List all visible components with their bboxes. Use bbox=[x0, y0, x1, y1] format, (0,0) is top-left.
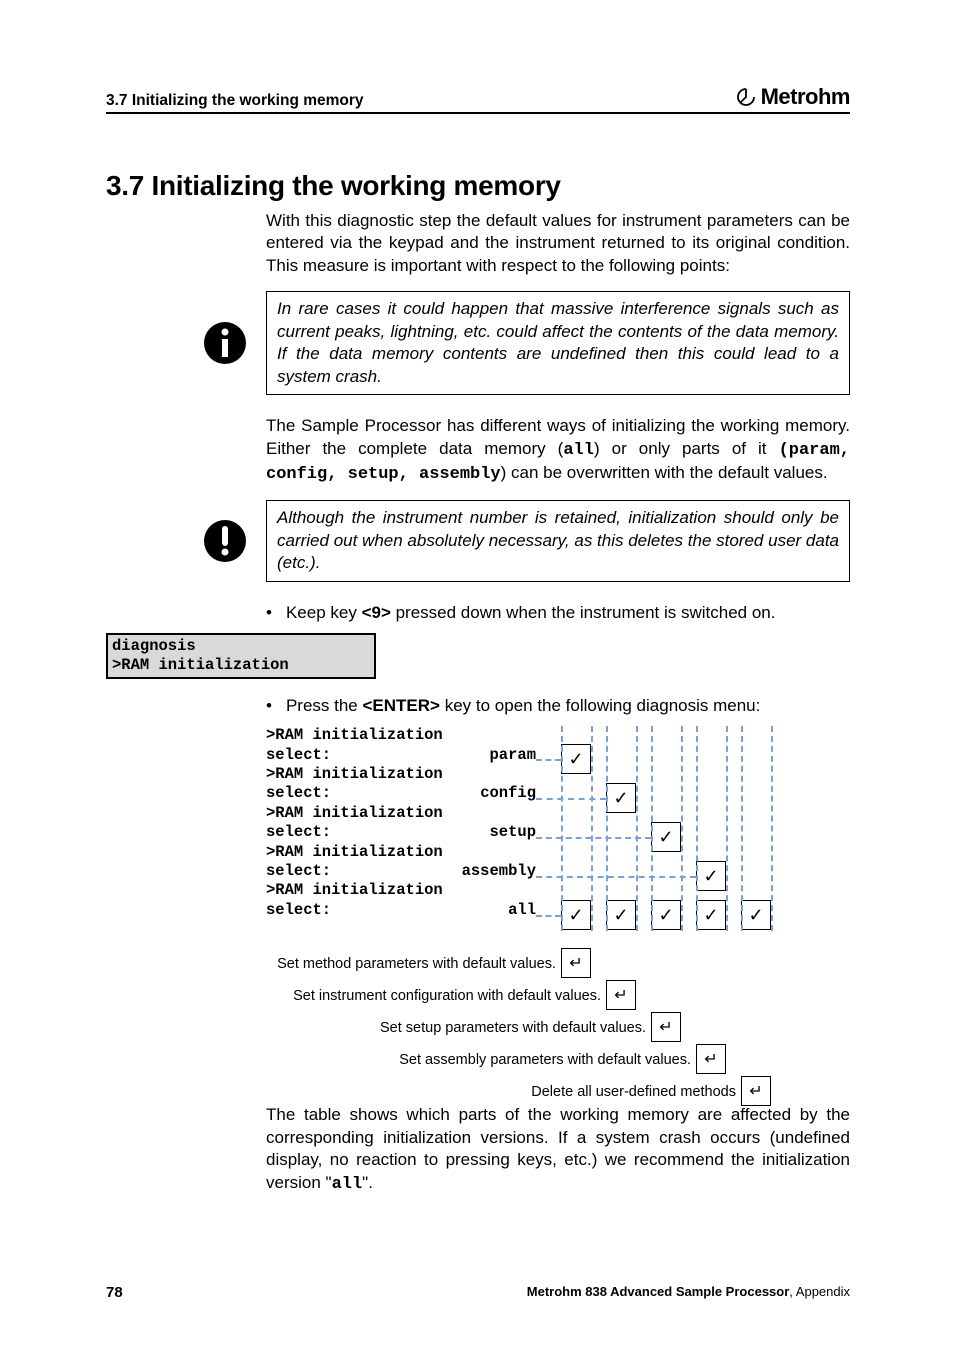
footer-product: Metrohm 838 Advanced Sample Processor, A… bbox=[527, 1284, 850, 1301]
lcd-line-2: >RAM initialization bbox=[112, 656, 370, 675]
key-9: <9> bbox=[362, 603, 391, 622]
step-bullet-2: • Press the <ENTER> key to open the foll… bbox=[266, 695, 850, 718]
menu-opt-assembly: assembly bbox=[462, 862, 536, 881]
page-number: 78 bbox=[106, 1284, 123, 1301]
check-icon: ✓ bbox=[741, 900, 771, 930]
enter-icon: ↵ bbox=[741, 1076, 771, 1106]
check-icon: ✓ bbox=[606, 900, 636, 930]
check-icon: ✓ bbox=[561, 744, 591, 774]
enter-icon: ↵ bbox=[606, 980, 636, 1010]
header-section-label: 3.7 Initializing the working memory bbox=[106, 92, 364, 110]
page-header: 3.7 Initializing the working memory Metr… bbox=[106, 84, 850, 114]
menu-block: >RAM initialization select:param >RAM in… bbox=[266, 726, 536, 920]
brand-logo-icon bbox=[735, 87, 757, 107]
check-icon: ✓ bbox=[696, 900, 726, 930]
desc-setup: Set setup parameters with default values… bbox=[380, 1020, 646, 1036]
page-footer: 78 Metrohm 838 Advanced Sample Processor… bbox=[106, 1284, 850, 1301]
info-icon bbox=[202, 320, 248, 366]
desc-all: Delete all user-defined methods bbox=[531, 1084, 736, 1100]
desc-config: Set instrument configuration with defaul… bbox=[293, 988, 601, 1004]
enter-icon: ↵ bbox=[651, 1012, 681, 1042]
enter-icon: ↵ bbox=[561, 948, 591, 978]
desc-assembly: Set assembly parameters with default val… bbox=[399, 1052, 691, 1068]
enter-icon: ↵ bbox=[696, 1044, 726, 1074]
check-icon: ✓ bbox=[696, 861, 726, 891]
intro-paragraph: With this diagnostic step the default va… bbox=[266, 210, 850, 277]
check-icon: ✓ bbox=[651, 822, 681, 852]
brand-mark: Metrohm bbox=[735, 84, 850, 110]
section-heading: 3.7 Initializing the working memory bbox=[106, 170, 850, 202]
check-icon: ✓ bbox=[651, 900, 681, 930]
key-enter: <ENTER> bbox=[363, 696, 440, 715]
desc-param: Set method parameters with default value… bbox=[277, 956, 556, 972]
lcd-display: diagnosis >RAM initialization bbox=[106, 633, 376, 680]
closing-paragraph: The table shows which parts of the worki… bbox=[266, 1104, 850, 1196]
info-note: In rare cases it could happen that massi… bbox=[266, 291, 850, 395]
menu-opt-param: param bbox=[489, 746, 536, 765]
warning-icon bbox=[202, 518, 248, 564]
menu-opt-setup: setup bbox=[489, 823, 536, 842]
init-diagram: >RAM initialization select:param >RAM in… bbox=[106, 726, 850, 1086]
brand-text: Metrohm bbox=[761, 84, 850, 110]
step-bullet-1: • Keep key <9> pressed down when the ins… bbox=[266, 602, 850, 625]
lcd-line-1: diagnosis bbox=[112, 637, 370, 656]
check-icon: ✓ bbox=[561, 900, 591, 930]
menu-opt-all: all bbox=[508, 901, 536, 920]
warning-note: Although the instrument number is retain… bbox=[266, 500, 850, 581]
menu-opt-config: config bbox=[480, 784, 536, 803]
check-icon: ✓ bbox=[606, 783, 636, 813]
paragraph-memory-modes: The Sample Processor has different ways … bbox=[266, 415, 850, 486]
